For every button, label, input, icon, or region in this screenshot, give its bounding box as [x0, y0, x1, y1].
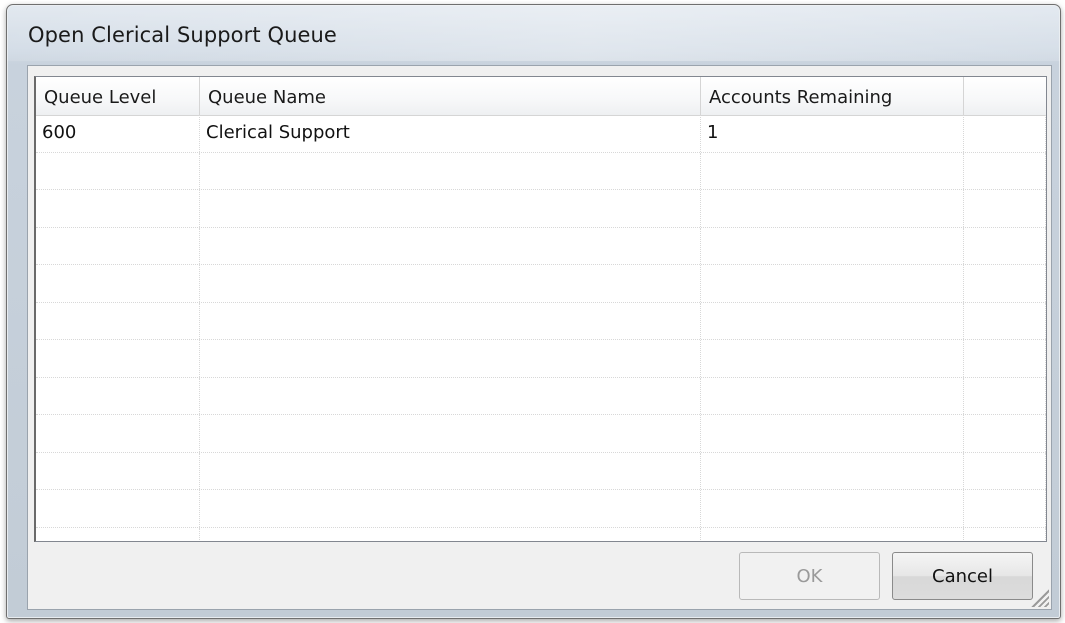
dialog-window: Open Clerical Support Queue Queue Level …: [6, 4, 1061, 619]
empty-row: [36, 265, 1046, 303]
empty-cell: [701, 340, 964, 377]
empty-row: [36, 340, 1046, 378]
cancel-button[interactable]: Cancel: [892, 552, 1033, 600]
empty-row: [36, 377, 1046, 415]
empty-cell: [701, 227, 964, 264]
empty-cell: [36, 527, 200, 541]
empty-cell: [36, 227, 200, 264]
queue-list-grid[interactable]: Queue Level Queue Name Accounts Remainin…: [34, 76, 1047, 542]
cell-queue-level: 600: [36, 115, 200, 152]
empty-cell: [200, 415, 701, 452]
empty-cell: [200, 377, 701, 414]
empty-cell: [701, 152, 964, 189]
empty-cell: [964, 527, 1046, 541]
cell-accounts-remaining: 1: [701, 115, 964, 152]
empty-cell: [36, 415, 200, 452]
empty-cell: [701, 452, 964, 489]
column-header-accounts-remaining[interactable]: Accounts Remaining: [701, 77, 964, 115]
empty-cell: [200, 152, 701, 189]
empty-cell: [701, 302, 964, 339]
empty-row: [36, 415, 1046, 453]
dialog-client-area: Queue Level Queue Name Accounts Remainin…: [27, 65, 1052, 610]
empty-row: [36, 190, 1046, 228]
resize-grip-icon[interactable]: [1027, 585, 1049, 607]
column-header-filler: [964, 77, 1046, 115]
empty-cell: [36, 340, 200, 377]
empty-cell: [964, 340, 1046, 377]
empty-cell: [36, 377, 200, 414]
empty-row: [36, 152, 1046, 190]
empty-cell: [964, 452, 1046, 489]
empty-cell: [200, 302, 701, 339]
empty-cell: [200, 265, 701, 302]
empty-cell: [36, 190, 200, 227]
empty-cell: [964, 227, 1046, 264]
empty-cell: [701, 415, 964, 452]
empty-cell: [701, 190, 964, 227]
empty-row: [36, 527, 1046, 541]
empty-cell: [701, 377, 964, 414]
empty-cell: [200, 340, 701, 377]
empty-cell: [701, 527, 964, 541]
empty-cell: [701, 265, 964, 302]
grid-header: Queue Level Queue Name Accounts Remainin…: [36, 77, 1046, 116]
empty-cell: [964, 152, 1046, 189]
empty-cell: [200, 490, 701, 527]
ok-button[interactable]: OK: [739, 552, 880, 600]
dialog-title: Open Clerical Support Queue: [28, 23, 337, 47]
empty-cell: [36, 452, 200, 489]
empty-cell: [964, 490, 1046, 527]
empty-cell: [701, 490, 964, 527]
empty-row: [36, 490, 1046, 528]
table-row[interactable]: 600 Clerical Support 1: [36, 115, 1046, 153]
empty-cell: [964, 190, 1046, 227]
empty-row: [36, 227, 1046, 265]
grid-body: 600 Clerical Support 1: [36, 115, 1046, 541]
column-header-queue-level[interactable]: Queue Level: [36, 77, 200, 115]
empty-cell: [200, 527, 701, 541]
empty-cell: [200, 227, 701, 264]
empty-cell: [36, 152, 200, 189]
empty-cell: [200, 190, 701, 227]
empty-row: [36, 452, 1046, 490]
cell-queue-name: Clerical Support: [200, 115, 701, 152]
column-header-queue-name[interactable]: Queue Name: [200, 77, 701, 115]
empty-cell: [964, 302, 1046, 339]
empty-cell: [200, 452, 701, 489]
empty-row: [36, 302, 1046, 340]
empty-cell: [964, 415, 1046, 452]
empty-cell: [36, 302, 200, 339]
cell-filler: [964, 115, 1046, 152]
empty-cell: [36, 490, 200, 527]
empty-cell: [36, 265, 200, 302]
empty-cell: [964, 377, 1046, 414]
empty-cell: [964, 265, 1046, 302]
